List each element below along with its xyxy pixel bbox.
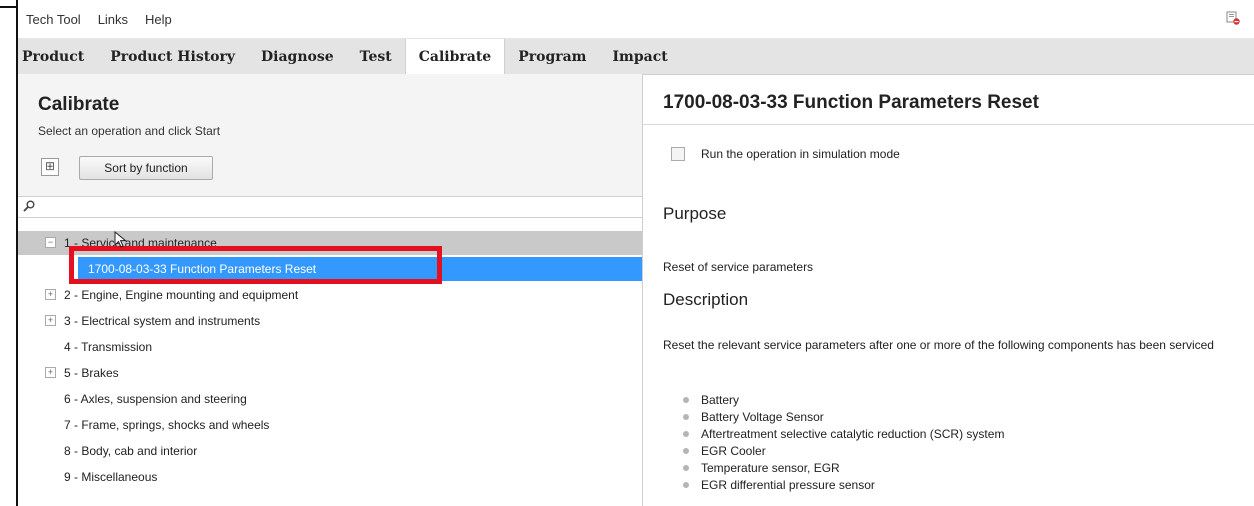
component-label: Aftertreatment selective catalytic reduc… <box>701 426 1005 441</box>
component-label: EGR differential pressure sensor <box>701 477 875 492</box>
tree-node-transmission[interactable]: 4 - Transmission <box>18 335 642 359</box>
operation-title: 1700-08-03-33 Function Parameters Reset <box>663 92 1039 113</box>
search-input[interactable] <box>18 196 642 218</box>
tree-node-label: 3 - Electrical system and instruments <box>64 314 261 328</box>
tree-node-label: 7 - Frame, springs, shocks and wheels <box>64 418 270 432</box>
bullet-icon <box>683 481 689 488</box>
list-item: Temperature sensor, EGR <box>683 459 1004 476</box>
tab-diagnose[interactable]: Diagnose <box>248 39 347 74</box>
search-icon <box>23 200 35 212</box>
page-subtitle: Select an operation and click Start <box>38 124 221 138</box>
component-label: Temperature sensor, EGR <box>701 460 840 475</box>
components-list: Battery Battery Voltage Sensor Aftertrea… <box>683 391 1004 493</box>
title-divider <box>643 124 1254 125</box>
menu-links[interactable]: Links <box>89 12 136 27</box>
tree-node-label: 2 - Engine, Engine mounting and equipmen… <box>64 288 299 302</box>
tree-node-frame[interactable]: 7 - Frame, springs, shocks and wheels <box>18 413 642 437</box>
mouse-cursor-icon <box>114 231 127 248</box>
description-text: Reset the relevant service parameters af… <box>663 338 1214 352</box>
bullet-icon <box>683 430 689 437</box>
sort-by-function-button[interactable]: Sort by function <box>79 156 213 180</box>
purpose-heading: Purpose <box>663 204 727 223</box>
component-label: EGR Cooler <box>701 443 766 458</box>
tab-test[interactable]: Test <box>347 39 405 74</box>
tree-node-miscellaneous[interactable]: 9 - Miscellaneous <box>18 465 642 489</box>
tab-program[interactable]: Program <box>505 39 599 74</box>
bullet-icon <box>683 464 689 471</box>
menu-bar: Tech Tool Links Help <box>18 0 1254 39</box>
logout-icon[interactable] <box>1226 11 1240 25</box>
highlight-annotation <box>69 246 442 284</box>
operation-details-panel: 1700-08-03-33 Function Parameters Reset … <box>643 74 1254 506</box>
tree-node-label: 4 - Transmission <box>64 340 153 354</box>
tree-node-brakes[interactable]: + 5 - Brakes <box>18 361 642 385</box>
list-item: EGR differential pressure sensor <box>683 476 1004 493</box>
bullet-icon <box>683 413 689 420</box>
expand-icon[interactable]: + <box>45 367 56 378</box>
tab-product-history[interactable]: Product History <box>97 39 248 74</box>
expand-icon[interactable]: + <box>45 289 56 300</box>
purpose-text: Reset of service parameters <box>663 260 814 274</box>
tree-node-body[interactable]: 8 - Body, cab and interior <box>18 439 642 463</box>
operations-panel: Calibrate Select an operation and click … <box>18 74 643 506</box>
menu-tech-tool[interactable]: Tech Tool <box>18 12 89 27</box>
expand-all-button[interactable]: ⊞ <box>41 158 59 176</box>
component-label: Battery <box>701 392 740 407</box>
list-item: EGR Cooler <box>683 442 1004 459</box>
bullet-icon <box>683 396 689 403</box>
tree-node-electrical[interactable]: + 3 - Electrical system and instruments <box>18 309 642 333</box>
list-item: Battery Voltage Sensor <box>683 408 1004 425</box>
tree-node-label: 6 - Axles, suspension and steering <box>64 392 247 406</box>
description-heading: Description <box>663 290 749 309</box>
main-tabs: Product Product History Diagnose Test Ca… <box>18 39 1254 75</box>
tree-node-label: 5 - Brakes <box>64 366 119 380</box>
tree-node-label: 8 - Body, cab and interior <box>64 444 198 458</box>
tab-calibrate[interactable]: Calibrate <box>404 39 506 74</box>
operations-header: Calibrate Select an operation and click … <box>18 74 642 196</box>
tree-node-label: 9 - Miscellaneous <box>64 470 158 484</box>
list-item: Battery <box>683 391 1004 408</box>
tech-tool-app: Tech Tool Links Help Product Product His… <box>18 0 1254 506</box>
tab-impact[interactable]: Impact <box>600 39 681 74</box>
tree-node-engine[interactable]: + 2 - Engine, Engine mounting and equipm… <box>18 283 642 307</box>
collapse-icon[interactable]: − <box>45 237 56 248</box>
tab-product[interactable]: Product <box>18 39 97 74</box>
expand-icon[interactable]: + <box>45 315 56 326</box>
list-item: Aftertreatment selective catalytic reduc… <box>683 425 1004 442</box>
component-label: Battery Voltage Sensor <box>701 409 824 424</box>
bullet-icon <box>683 447 689 454</box>
tree-node-axles[interactable]: 6 - Axles, suspension and steering <box>18 387 642 411</box>
menu-help[interactable]: Help <box>136 12 180 27</box>
simulation-mode-checkbox[interactable] <box>671 147 685 161</box>
simulation-mode-label: Run the operation in simulation mode <box>701 147 900 161</box>
page-title: Calibrate <box>38 94 120 115</box>
